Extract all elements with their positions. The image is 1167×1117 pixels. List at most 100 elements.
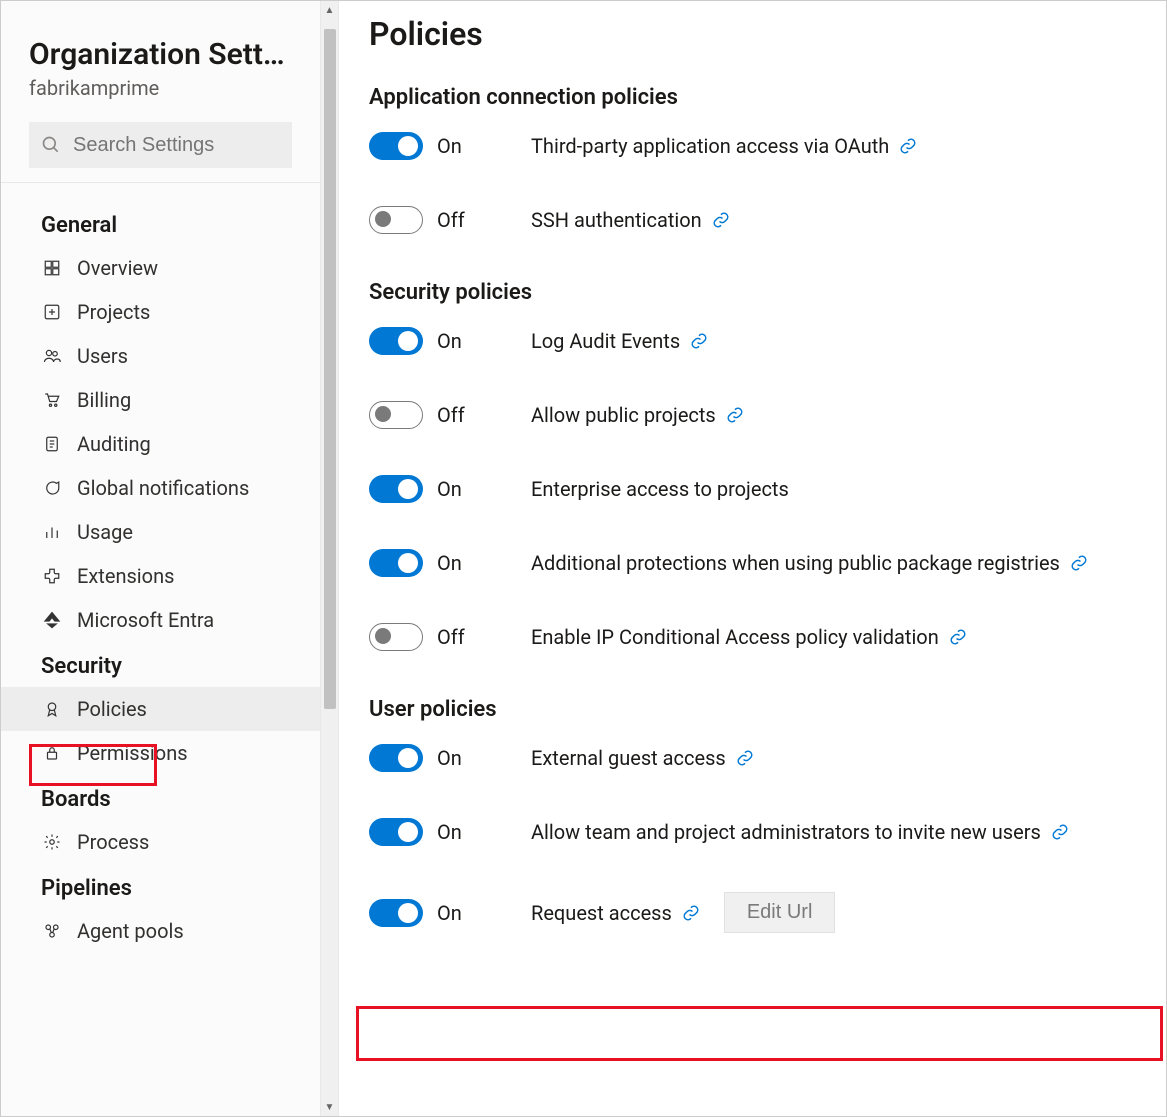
entra-icon [41, 609, 63, 631]
link-icon[interactable] [1051, 823, 1069, 841]
nav-label: Process [77, 830, 149, 854]
toggle-state: On [437, 901, 501, 925]
toggle-ip-cap[interactable] [369, 623, 423, 651]
toggle-guest-access[interactable] [369, 744, 423, 772]
nav-group-pipelines: Pipelines [1, 864, 320, 909]
policy-invite-users: On Allow team and project administrators… [369, 818, 1136, 846]
org-name: fabrikamprime [29, 76, 292, 100]
toggle-state: On [437, 329, 501, 353]
nav-group-security: Security [1, 642, 320, 687]
puzzle-icon [41, 565, 63, 587]
sidebar-item-permissions[interactable]: Permissions [1, 731, 320, 775]
toggle-state: On [437, 477, 501, 501]
nav-label: Global notifications [77, 476, 249, 500]
edit-url-button[interactable]: Edit Url [724, 892, 836, 933]
sidebar-nav: General Overview Projects Users Billing [1, 182, 320, 953]
main-content: Policies Application connection policies… [339, 1, 1166, 1116]
link-icon[interactable] [682, 904, 700, 922]
gear-icon [41, 831, 63, 853]
nav-label: Usage [77, 520, 133, 544]
link-icon[interactable] [690, 332, 708, 350]
sidebar-item-billing[interactable]: Billing [1, 378, 320, 422]
sidebar-item-users[interactable]: Users [1, 334, 320, 378]
scroll-up-icon[interactable]: ▲ [321, 1, 338, 19]
sidebar-item-policies[interactable]: Policies [1, 687, 320, 731]
ribbon-icon [41, 698, 63, 720]
link-icon[interactable] [949, 628, 967, 646]
nav-label: Auditing [77, 432, 151, 456]
toggle-state: On [437, 551, 501, 575]
policy-label: Request access [531, 901, 672, 925]
section-security-policies: Security policies [369, 280, 1136, 305]
page-title: Policies [369, 15, 1136, 53]
sidebar-item-projects[interactable]: Projects [1, 290, 320, 334]
toggle-enterprise-access[interactable] [369, 475, 423, 503]
toggle-state: Off [437, 403, 501, 427]
toggle-state: On [437, 134, 501, 158]
policy-request-access: On Request access Edit Url [369, 892, 1136, 933]
toggle-state: Off [437, 208, 501, 232]
link-icon[interactable] [726, 406, 744, 424]
scroll-down-icon[interactable]: ▼ [321, 1098, 338, 1116]
sidebar-item-process[interactable]: Process [1, 820, 320, 864]
section-user-policies: User policies [369, 697, 1136, 722]
policy-label: Third-party application access via OAuth [531, 134, 889, 158]
policy-label: Allow public projects [531, 403, 716, 427]
policy-label: Enable IP Conditional Access policy vali… [531, 625, 939, 649]
dashboard-icon [41, 257, 63, 279]
policy-ssh: Off SSH authentication [369, 206, 1136, 234]
policy-label: Log Audit Events [531, 329, 680, 353]
toggle-state: Off [437, 625, 501, 649]
toggle-audit[interactable] [369, 327, 423, 355]
sidebar-item-auditing[interactable]: Auditing [1, 422, 320, 466]
toggle-public-pkg[interactable] [369, 549, 423, 577]
policy-ip-cap: Off Enable IP Conditional Access policy … [369, 623, 1136, 651]
bar-chart-icon [41, 521, 63, 543]
nav-label: Policies [77, 697, 147, 721]
policy-audit: On Log Audit Events [369, 327, 1136, 355]
search-input[interactable] [73, 134, 280, 157]
nav-label: Microsoft Entra [77, 608, 214, 632]
sidebar-item-microsoft-entra[interactable]: Microsoft Entra [1, 598, 320, 642]
sidebar-item-extensions[interactable]: Extensions [1, 554, 320, 598]
policy-label: External guest access [531, 746, 726, 770]
nav-group-general: General [1, 201, 320, 246]
nav-group-boards: Boards [1, 775, 320, 820]
nav-label: Extensions [77, 564, 174, 588]
toggle-request-access[interactable] [369, 899, 423, 927]
section-app-connection: Application connection policies [369, 85, 1136, 110]
policy-label: Enterprise access to projects [531, 477, 789, 501]
toggle-invite-users[interactable] [369, 818, 423, 846]
toggle-public-projects[interactable] [369, 401, 423, 429]
sidebar-item-overview[interactable]: Overview [1, 246, 320, 290]
link-icon[interactable] [712, 211, 730, 229]
link-icon[interactable] [736, 749, 754, 767]
policy-label: SSH authentication [531, 208, 702, 232]
toggle-state: On [437, 746, 501, 770]
search-settings[interactable] [29, 122, 292, 168]
toggle-oauth[interactable] [369, 132, 423, 160]
nav-label: Overview [77, 256, 158, 280]
scroll-thumb[interactable] [324, 29, 336, 709]
lock-icon [41, 742, 63, 764]
sidebar-scrollbar[interactable]: ▲ ▼ [321, 1, 339, 1116]
link-icon[interactable] [1070, 554, 1088, 572]
toggle-state: On [437, 820, 501, 844]
sidebar-item-agent-pools[interactable]: Agent pools [1, 909, 320, 953]
nav-label: Permissions [77, 741, 188, 765]
nav-label: Billing [77, 388, 131, 412]
link-icon[interactable] [899, 137, 917, 155]
pools-icon [41, 920, 63, 942]
search-icon [41, 135, 61, 155]
sidebar-item-global-notifications[interactable]: Global notifications [1, 466, 320, 510]
policy-public-pkg: On Additional protections when using pub… [369, 549, 1136, 577]
people-icon [41, 345, 63, 367]
chat-icon [41, 477, 63, 499]
policy-label: Additional protections when using public… [531, 551, 1060, 575]
sidebar-item-usage[interactable]: Usage [1, 510, 320, 554]
policy-guest-access: On External guest access [369, 744, 1136, 772]
policy-oauth: On Third-party application access via OA… [369, 132, 1136, 160]
policy-public-projects: Off Allow public projects [369, 401, 1136, 429]
org-settings-title: Organization Settin… [29, 37, 292, 72]
toggle-ssh[interactable] [369, 206, 423, 234]
